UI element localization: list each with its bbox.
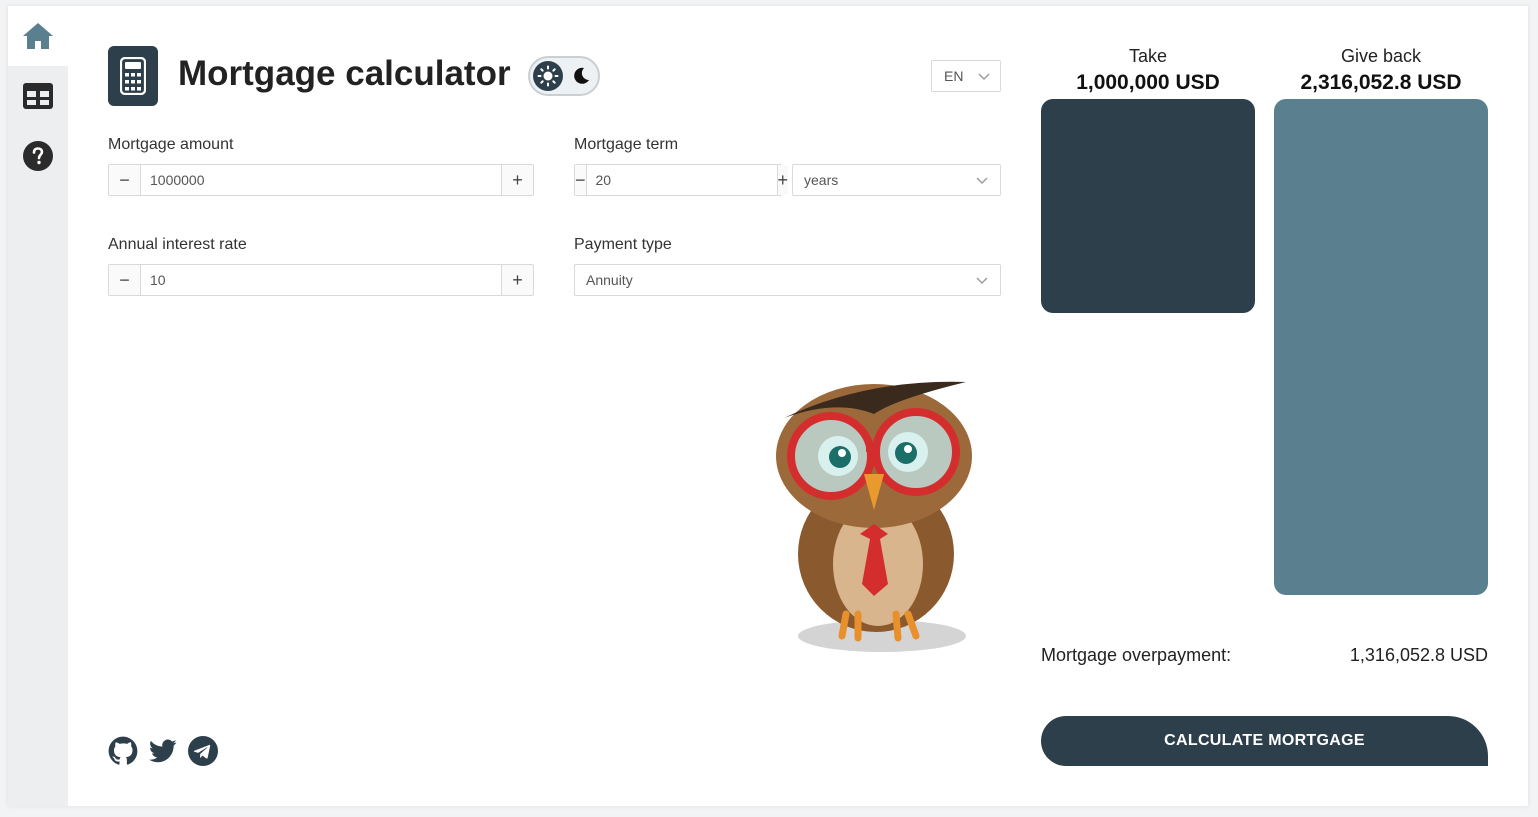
sidebar-item-table[interactable]	[8, 66, 68, 126]
rate-increment-button[interactable]: +	[501, 265, 533, 295]
take-value: 1,000,000 USD	[1076, 71, 1220, 94]
term-increment-button[interactable]: +	[776, 165, 789, 195]
take-label: Take	[1128, 46, 1168, 66]
owl-mascot-illustration	[776, 381, 972, 652]
amount-decrement-button[interactable]: −	[109, 165, 141, 195]
sidebar-item-help[interactable]	[8, 126, 68, 186]
term-input[interactable]	[586, 165, 777, 195]
payment-type-value: Annuity	[586, 272, 633, 288]
amount-input[interactable]	[141, 165, 501, 195]
overpayment-value: 1,316,052.8 USD	[1349, 645, 1488, 665]
term-unit-select[interactable]: years	[792, 164, 1001, 196]
chevron-down-icon	[978, 73, 990, 80]
payment-type-label: Payment type	[574, 236, 672, 253]
page-title: Mortgage calculator	[178, 54, 511, 93]
sun-icon	[533, 61, 563, 91]
language-select[interactable]: EN	[931, 60, 1001, 92]
language-value: EN	[944, 68, 964, 84]
rate-decrement-button[interactable]: −	[109, 265, 141, 295]
bar-take	[1041, 99, 1255, 313]
github-icon[interactable]	[108, 736, 138, 766]
calculator-icon	[120, 57, 146, 95]
twitter-icon[interactable]	[148, 736, 178, 766]
term-label: Mortgage term	[574, 136, 679, 153]
table-icon	[23, 83, 53, 109]
chevron-down-icon	[976, 177, 988, 184]
rate-label: Annual interest rate	[108, 236, 247, 253]
moon-icon	[570, 65, 592, 87]
give-back-label: Give back	[1340, 46, 1422, 66]
telegram-icon[interactable]	[188, 736, 218, 766]
rate-stepper: − +	[108, 264, 534, 296]
term-decrement-button[interactable]: −	[575, 165, 587, 195]
term-unit-value: years	[804, 172, 839, 188]
rate-input[interactable]	[141, 265, 501, 295]
term-stepper: − +	[574, 164, 789, 196]
give-back-value: 2,316,052.8 USD	[1300, 71, 1462, 94]
sidebar-item-home[interactable]	[8, 6, 68, 66]
payment-type-select[interactable]: Annuity	[574, 264, 1001, 296]
calculator-logo	[108, 46, 158, 106]
theme-toggle[interactable]	[528, 56, 600, 96]
help-icon	[23, 141, 53, 171]
chevron-down-icon	[976, 277, 988, 284]
amount-label: Mortgage amount	[108, 136, 234, 153]
amount-increment-button[interactable]: +	[501, 165, 533, 195]
overpayment-label: Mortgage overpayment:	[1041, 645, 1232, 665]
sidebar	[8, 6, 68, 806]
bar-give-back	[1274, 99, 1488, 595]
amount-stepper: − +	[108, 164, 534, 196]
calculate-mortgage-button[interactable]: CALCULATE MORTGAGE	[1041, 716, 1488, 766]
social-links	[108, 736, 218, 766]
app-frame: Mortgage calculator EN Mortgage amount −…	[8, 6, 1528, 806]
home-icon	[23, 23, 53, 49]
